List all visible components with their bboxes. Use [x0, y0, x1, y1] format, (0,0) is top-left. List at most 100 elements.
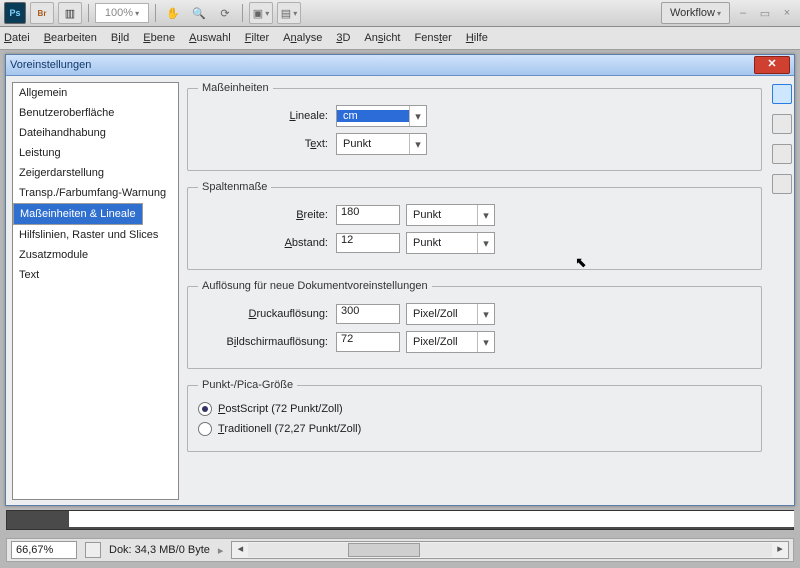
text-units-label: Text: [198, 138, 336, 150]
dialog-titlebar: Voreinstellungen ✕ [6, 55, 794, 76]
text-units-select[interactable]: Punkt ▾ [336, 133, 427, 155]
separator [242, 4, 243, 22]
screen-res-unit-value: Pixel/Zoll [407, 336, 477, 348]
menu-fenster[interactable]: Fenster [415, 32, 452, 44]
postscript-radio[interactable]: PostScript (72 Punkt/Zoll) [198, 399, 751, 419]
zoom-select[interactable]: 100% [95, 3, 149, 23]
scroll-left-button[interactable]: ◂ [232, 543, 248, 557]
rotate-view-icon[interactable]: ⟳ [214, 3, 236, 23]
preferences-category-list[interactable]: Allgemein Benutzeroberfläche Dateihandha… [12, 82, 179, 500]
ruler [69, 511, 794, 527]
next-button[interactable] [772, 174, 792, 194]
hand-tool-icon[interactable]: ✋ [162, 3, 184, 23]
print-res-input[interactable]: 300 [336, 304, 400, 324]
screen-res-unit-select[interactable]: Pixel/Zoll ▾ [406, 331, 495, 353]
prev-button[interactable] [772, 144, 792, 164]
sidebar-item-masseinheiten[interactable]: Maßeinheiten & Lineale [13, 203, 143, 225]
chevron-down-icon: ▾ [477, 233, 494, 253]
screen-mode-b-icon[interactable]: ▤ [277, 2, 301, 24]
chevron-down-icon: ▾ [409, 106, 426, 126]
status-bar: 66,67% Dok: 34,3 MB/0 Byte ▸ ◂ ▸ [6, 538, 794, 562]
screen-res-input[interactable]: 72 [336, 332, 400, 352]
rulers-label: Lineale: [198, 110, 336, 122]
app-logo-icon: Ps [4, 2, 26, 24]
status-icon[interactable] [85, 542, 101, 558]
zoom-level-field[interactable]: 66,67% [11, 541, 77, 559]
traditional-radio[interactable]: Traditionell (72,27 Punkt/Zoll) [198, 419, 751, 439]
menu-bar: Datei Bearbeiten Bild Ebene Auswahl Filt… [0, 27, 800, 50]
traditional-label: Traditionell (72,27 Punkt/Zoll) [218, 423, 361, 435]
width-unit-value: Punkt [407, 209, 477, 221]
menu-ansicht[interactable]: Ansicht [364, 32, 400, 44]
chevron-down-icon: ▾ [477, 304, 494, 324]
workspace-switcher[interactable]: Workflow [661, 2, 730, 24]
menu-bild[interactable]: Bild [111, 32, 129, 44]
sidebar-item-transparenz[interactable]: Transp./Farbumfang-Warnung [13, 183, 178, 203]
cancel-button[interactable] [772, 114, 792, 134]
pointpica-group: Punkt-/Pica-Größe PostScript (72 Punkt/Z… [187, 379, 762, 452]
separator [155, 4, 156, 22]
radio-on-icon [198, 402, 212, 416]
window-restore-button[interactable]: ▭ [756, 5, 774, 21]
print-res-unit-value: Pixel/Zoll [407, 308, 477, 320]
rulers-value: cm [337, 110, 409, 122]
preferences-dialog: Voreinstellungen ✕ Allgemein Benutzerobe… [5, 54, 795, 506]
menu-auswahl[interactable]: Auswahl [189, 32, 231, 44]
text-units-value: Punkt [337, 138, 409, 150]
rulers-select[interactable]: cm ▾ [336, 105, 427, 127]
ok-button[interactable] [772, 84, 792, 104]
sidebar-item-text[interactable]: Text [13, 265, 178, 285]
menu-hilfe[interactable]: Hilfe [466, 32, 488, 44]
pointpica-legend: Punkt-/Pica-Größe [198, 379, 297, 391]
radio-off-icon [198, 422, 212, 436]
resolution-legend: Auflösung für neue Dokumentvoreinstellun… [198, 280, 432, 292]
menu-bearbeiten[interactable]: Bearbeiten [44, 32, 97, 44]
document-info: Dok: 34,3 MB/0 Byte [109, 544, 210, 556]
menu-analyse[interactable]: Analyse [283, 32, 322, 44]
sidebar-item-dateihandhabung[interactable]: Dateihandhabung [13, 123, 178, 143]
chevron-down-icon: ▾ [477, 332, 494, 352]
screen-mode-a-icon[interactable]: ▣ [249, 2, 273, 24]
scroll-right-button[interactable]: ▸ [772, 543, 788, 557]
window-minimize-button[interactable]: – [734, 5, 752, 21]
sidebar-item-leistung[interactable]: Leistung [13, 143, 178, 163]
width-unit-select[interactable]: Punkt ▾ [406, 204, 495, 226]
sidebar-item-zusatzmodule[interactable]: Zusatzmodule [13, 245, 178, 265]
sidebar-item-zeigerdarstellung[interactable]: Zeigerdarstellung [13, 163, 178, 183]
workspace-label: Workflow [670, 7, 715, 19]
columns-legend: Spaltenmaße [198, 181, 271, 193]
zoom-value: 100% [105, 7, 133, 19]
chevron-down-icon: ▾ [409, 134, 426, 154]
menu-ebene[interactable]: Ebene [143, 32, 175, 44]
scroll-track[interactable] [248, 543, 772, 557]
sidebar-item-benutzeroberflaeche[interactable]: Benutzeroberfläche [13, 103, 178, 123]
sidebar-item-allgemein[interactable]: Allgemein [13, 83, 178, 103]
dialog-button-strip [770, 76, 794, 506]
scroll-thumb[interactable] [348, 543, 420, 557]
zoom-tool-icon[interactable]: 🔍 [188, 3, 210, 23]
horizontal-scrollbar[interactable]: ◂ ▸ [231, 541, 789, 559]
window-close-button[interactable]: × [778, 5, 796, 21]
menu-filter[interactable]: Filter [245, 32, 269, 44]
app-window: Ps Br ▥ 100% ✋ 🔍 ⟳ ▣ ▤ Workflow – ▭ × Da… [0, 0, 800, 568]
gutter-unit-value: Punkt [407, 237, 477, 249]
width-label: Breite: [198, 209, 336, 221]
menu-datei[interactable]: Datei [4, 32, 30, 44]
screen-res-label: Bildschirmauflösung: [198, 336, 336, 348]
sidebar-item-hilfslinien[interactable]: Hilfslinien, Raster und Slices [13, 225, 178, 245]
info-chevron-icon[interactable]: ▸ [218, 544, 224, 557]
gutter-unit-select[interactable]: Punkt ▾ [406, 232, 495, 254]
width-input[interactable]: 180 [336, 205, 400, 225]
dialog-close-button[interactable]: ✕ [754, 56, 790, 74]
menu-3d[interactable]: 3D [336, 32, 350, 44]
resolution-group: Auflösung für neue Dokumentvoreinstellun… [187, 280, 762, 369]
bridge-icon[interactable]: Br [30, 2, 54, 24]
film-icon[interactable]: ▥ [58, 2, 82, 24]
postscript-label: PostScript (72 Punkt/Zoll) [218, 403, 343, 415]
print-res-unit-select[interactable]: Pixel/Zoll ▾ [406, 303, 495, 325]
gutter-label: Abstand: [198, 237, 336, 249]
columns-group: Spaltenmaße Breite: 180 Punkt ▾ Abstand:… [187, 181, 762, 270]
units-legend: Maßeinheiten [198, 82, 273, 94]
preferences-content: Maßeinheiten Lineale: cm ▾ Text: Punkt ▾ [183, 76, 770, 506]
gutter-input[interactable]: 12 [336, 233, 400, 253]
